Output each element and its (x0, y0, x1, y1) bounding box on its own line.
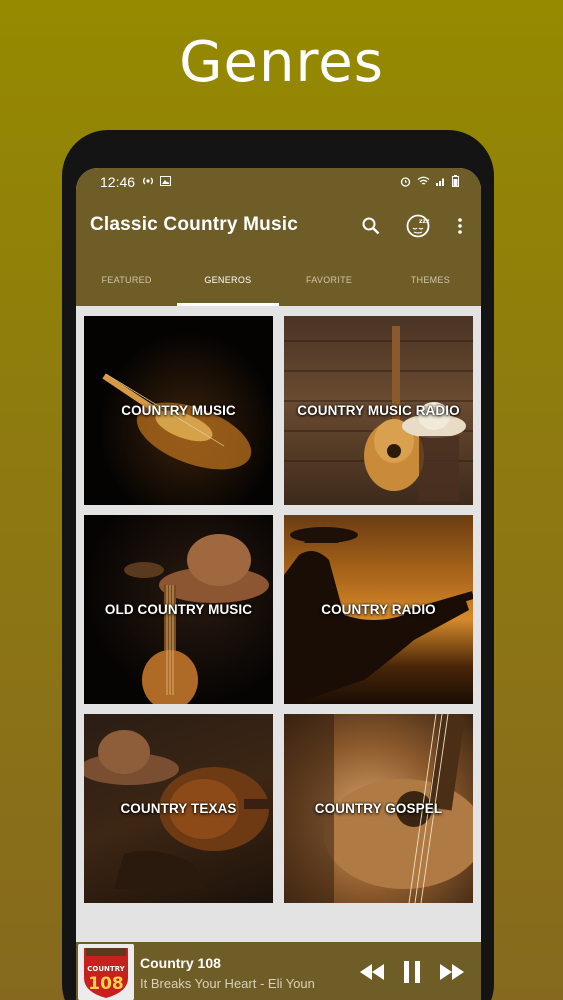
status-left-icons (142, 176, 171, 186)
pause-button[interactable] (398, 958, 426, 986)
more-options-button[interactable] (446, 212, 474, 240)
genre-card-country-gospel[interactable]: COUNTRY GOSPEL (284, 714, 473, 903)
app-title: Classic Country Music (90, 214, 298, 235)
signal-icon (436, 178, 444, 186)
status-time: 12:46 (100, 174, 136, 190)
tab-favorite[interactable]: FAVORITE (279, 264, 380, 306)
genre-label: COUNTRY RADIO (321, 602, 436, 617)
wifi-icon (417, 176, 430, 185)
genre-label: OLD COUNTRY MUSIC (104, 602, 253, 617)
tab-featured[interactable]: FEATURED (76, 264, 177, 306)
tab-generos[interactable]: GENEROS (177, 264, 279, 306)
mini-player[interactable]: COUNTRY 108 Country 108 It Breaks Your H… (76, 942, 481, 1000)
app-screen: 12:46 Classic Country Music zzz FEATURED (76, 168, 481, 1000)
genre-label: COUNTRY GOSPEL (314, 801, 443, 816)
genre-card-country-music[interactable]: COUNTRY MUSIC (84, 316, 273, 505)
status-bar: 12:46 (76, 168, 481, 198)
genre-card-country-radio[interactable]: COUNTRY RADIO (284, 515, 473, 704)
sleep-timer-button[interactable]: zzz (404, 212, 432, 240)
promo-title: Genres (179, 30, 384, 95)
genre-card-old-country-music[interactable]: OLD COUNTRY MUSIC (84, 515, 273, 704)
tab-bar: FEATURED GENEROS FAVORITE THEMES (76, 264, 481, 306)
app-bar: 12:46 Classic Country Music zzz FEATURED (76, 168, 481, 306)
rewind-icon (360, 964, 384, 980)
tab-themes[interactable]: THEMES (380, 264, 481, 306)
station-logo: COUNTRY 108 (78, 944, 134, 1000)
battery-icon (452, 175, 459, 187)
sleep-timer-icon: zzz (406, 214, 430, 238)
search-icon (362, 217, 380, 235)
genre-label: COUNTRY MUSIC RADIO (297, 403, 460, 418)
hotspot-icon (143, 177, 153, 185)
fast-forward-button[interactable] (438, 958, 466, 986)
rewind-button[interactable] (358, 958, 386, 986)
station-name: Country 108 (140, 955, 221, 971)
svg-text:COUNTRY: COUNTRY (87, 965, 125, 973)
genre-grid: COUNTRY MUSIC COUNTRY MUSIC RADIO OLD CO… (84, 316, 473, 903)
status-right-icons (400, 175, 459, 187)
pause-icon (404, 961, 420, 983)
search-button[interactable] (357, 212, 385, 240)
image-icon (160, 176, 171, 186)
more-vert-icon (458, 218, 462, 234)
genre-card-country-texas[interactable]: COUNTRY TEXAS (84, 714, 273, 903)
genre-label: COUNTRY MUSIC (121, 403, 236, 418)
fast-forward-icon (440, 964, 464, 980)
station-logo-image: COUNTRY 108 (78, 944, 134, 1000)
now-playing-title: It Breaks Your Heart - Eli Youn (140, 976, 315, 991)
alarm-icon (400, 176, 411, 187)
genre-card-country-music-radio[interactable]: COUNTRY MUSIC RADIO (284, 316, 473, 505)
svg-text:zzz: zzz (419, 218, 430, 225)
svg-text:108: 108 (88, 974, 124, 994)
genre-label: COUNTRY TEXAS (120, 801, 237, 816)
